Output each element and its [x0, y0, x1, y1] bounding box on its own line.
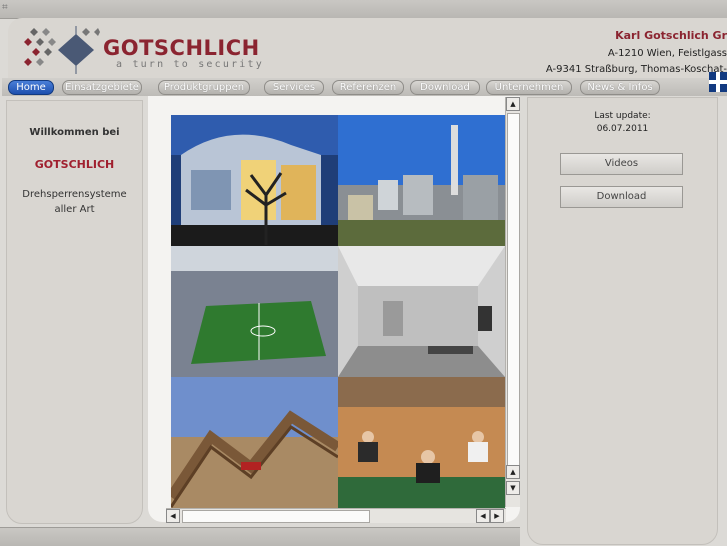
company-address-2: A-9341 Straßburg, Thomas-Koschat- [545, 64, 727, 75]
last-update-label: Last update: [594, 111, 651, 121]
scroll-up-icon[interactable]: ▲ [506, 465, 520, 479]
logo-diamonds-icon [24, 26, 100, 74]
nav-home[interactable]: Home [8, 80, 54, 95]
logo-text: GOTSCHLICH [103, 36, 260, 60]
nav-services[interactable]: Services [264, 80, 324, 95]
scroll-down-icon[interactable]: ▼ [506, 481, 520, 495]
photo-fitness-class [338, 377, 505, 508]
download-button[interactable]: Download [560, 186, 683, 208]
nav-einsatzgebiete[interactable]: Einsatzgebiete [62, 80, 142, 95]
scroll-left-icon[interactable]: ◀ [476, 509, 490, 523]
nav-referenzen[interactable]: Referenzen [332, 80, 404, 95]
company-info: Karl Gotschlich Gr A-1210 Wien, Feistlga… [527, 28, 727, 78]
nav-news-infos[interactable]: News & Infos [580, 80, 660, 95]
main-nav: Home Einsatzgebiete Produktgruppen Servi… [2, 78, 727, 96]
videos-button[interactable]: Videos [560, 153, 683, 175]
nav-produktgruppen[interactable]: Produktgruppen [158, 80, 250, 95]
scroll-right-icon[interactable]: ▶ [490, 509, 504, 523]
welcome-description: Drehsperrensysteme aller Art [22, 189, 127, 215]
left-panel: Willkommen bei GOTSCHLICH Drehsperrensys… [6, 100, 143, 524]
last-update: Last update: 06.07.2011 [528, 110, 717, 136]
welcome-brand: GOTSCHLICH [34, 158, 115, 171]
photo-football-stadium [171, 246, 338, 377]
welcome-text: Willkommen bei [29, 127, 120, 138]
logo-slogan: a turn to security [116, 59, 264, 70]
photo-gallery-room [338, 246, 505, 377]
right-panel: Last update: 06.07.2011 Videos Download [527, 97, 718, 545]
photo-gallery [171, 115, 505, 509]
nav-download[interactable]: Download [410, 80, 480, 95]
horizontal-scrollbar[interactable]: ◀ ◀ ▶ [166, 508, 506, 523]
photo-roller-coaster [171, 377, 338, 508]
vertical-scroll-thumb[interactable] [507, 113, 520, 467]
company-address-1: A-1210 Wien, Feistlgass [607, 48, 727, 59]
scroll-up-icon[interactable]: ▲ [506, 97, 520, 111]
nav-unternehmen[interactable]: Unternehmen [486, 80, 572, 95]
uk-flag-icon[interactable] [709, 72, 727, 92]
company-name: Karl Gotschlich Gr [615, 29, 727, 42]
scroll-left-icon[interactable]: ◀ [166, 509, 180, 523]
window-corner-icon: ⌗ [2, 2, 8, 13]
horizontal-scroll-thumb[interactable] [182, 510, 370, 523]
last-update-date: 06.07.2011 [596, 124, 649, 134]
vertical-scrollbar[interactable]: ▲ ▲ ▼ [505, 97, 520, 507]
browser-bottom-bar [0, 527, 520, 546]
browser-top-bar: ⌗ [0, 0, 727, 19]
photo-modern-building-night [171, 115, 338, 246]
site-header: GOTSCHLICH a turn to security Karl Gotsc… [8, 18, 727, 80]
photo-industrial-plant [338, 115, 505, 246]
